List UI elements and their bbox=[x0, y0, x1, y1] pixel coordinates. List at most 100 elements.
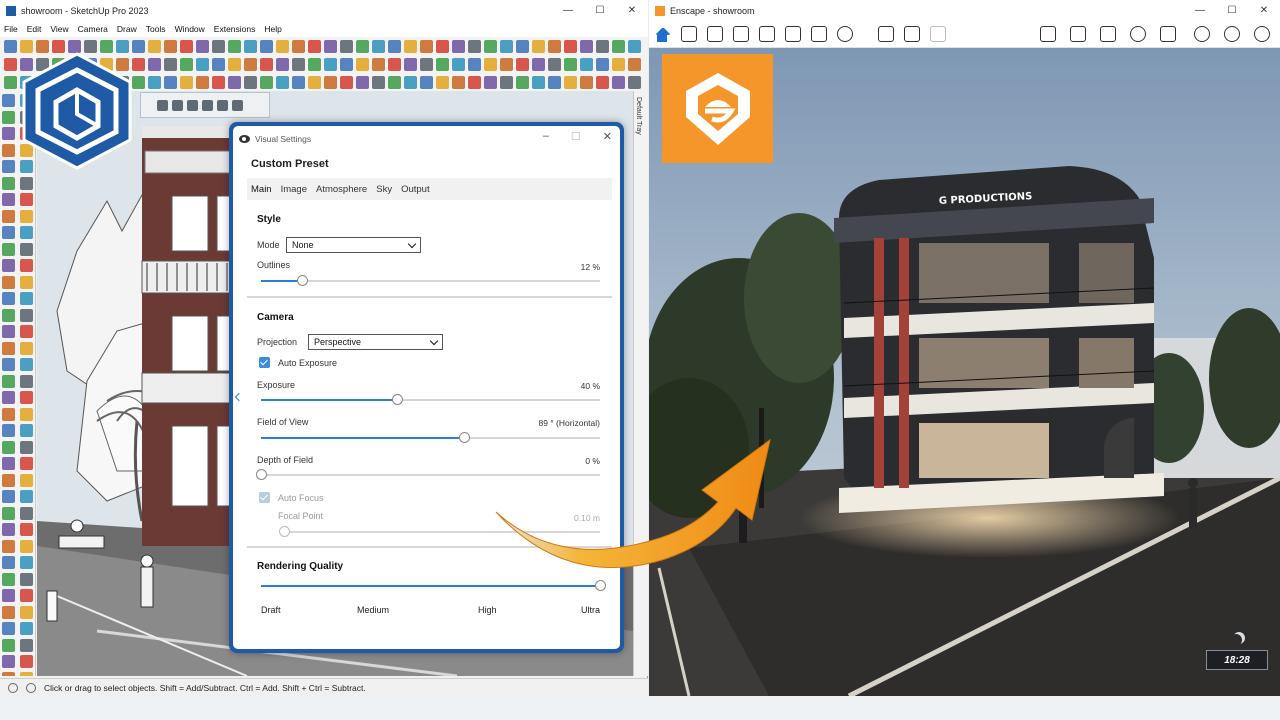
info-icon[interactable] bbox=[811, 26, 827, 42]
toolbar-tool-icon[interactable] bbox=[468, 75, 481, 89]
toolbar-tool-icon[interactable] bbox=[532, 75, 545, 89]
toolbar-tool-icon[interactable] bbox=[388, 39, 401, 53]
toolbar-tool-icon[interactable] bbox=[356, 57, 369, 71]
palette-tool-icon[interactable] bbox=[2, 94, 15, 107]
palette-tool-icon[interactable] bbox=[20, 391, 33, 404]
tab-sky[interactable]: Sky bbox=[376, 184, 392, 195]
toolbar-tool-icon[interactable] bbox=[324, 75, 337, 89]
palette-tool-icon[interactable] bbox=[20, 655, 33, 668]
toolbar-tool-icon[interactable] bbox=[580, 57, 593, 71]
focal-point-slider-thumb[interactable] bbox=[279, 526, 290, 537]
toolbar-tool-icon[interactable] bbox=[308, 57, 321, 71]
toolbar-tool-icon[interactable] bbox=[228, 75, 241, 89]
palette-tool-icon[interactable] bbox=[20, 275, 33, 289]
toolbar-tool-icon[interactable] bbox=[372, 75, 385, 89]
palette-tool-icon[interactable] bbox=[20, 407, 33, 421]
palette-tool-icon[interactable] bbox=[2, 110, 15, 124]
projection-select[interactable]: Perspective bbox=[308, 334, 443, 350]
palette-tool-icon[interactable] bbox=[20, 556, 33, 569]
tray-tool-icon-6[interactable] bbox=[232, 99, 243, 111]
toolbar-tool-icon[interactable] bbox=[596, 75, 609, 89]
toolbar-tool-icon[interactable] bbox=[244, 39, 257, 53]
toolbar-tool-icon[interactable] bbox=[260, 39, 273, 53]
palette-tool-icon[interactable] bbox=[20, 605, 33, 619]
menu-draw[interactable]: Draw bbox=[117, 24, 137, 34]
toolbar-tool-icon[interactable] bbox=[180, 75, 193, 89]
palette-tool-icon[interactable] bbox=[2, 242, 15, 256]
tray-tool-icon-3[interactable] bbox=[187, 99, 198, 111]
toolbar-tool-icon[interactable] bbox=[164, 39, 177, 53]
palette-tool-icon[interactable] bbox=[2, 308, 15, 322]
toolbar-tool-icon[interactable] bbox=[244, 75, 257, 89]
ruler-icon[interactable] bbox=[1040, 26, 1056, 42]
toolbar-tool-icon[interactable] bbox=[356, 75, 369, 89]
exposure-slider[interactable] bbox=[261, 394, 600, 405]
rendering-quality-slider-thumb[interactable] bbox=[595, 580, 606, 591]
toolbar-tool-icon[interactable] bbox=[276, 57, 289, 71]
quality-draft-label[interactable]: Draft bbox=[261, 605, 281, 615]
tab-atmosphere[interactable]: Atmosphere bbox=[316, 184, 367, 195]
toolbar-tool-icon[interactable] bbox=[340, 39, 353, 53]
exposure-slider-thumb[interactable] bbox=[391, 394, 403, 405]
palette-tool-icon[interactable] bbox=[2, 176, 15, 190]
palette-tool-icon[interactable] bbox=[2, 523, 15, 536]
toolbar-tool-icon[interactable] bbox=[628, 57, 641, 71]
palette-tool-icon[interactable] bbox=[20, 374, 33, 388]
bim-icon[interactable] bbox=[707, 26, 723, 42]
toolbar-tool-icon[interactable] bbox=[500, 57, 513, 71]
toolbar-tool-icon[interactable] bbox=[516, 39, 529, 53]
fov-slider-thumb[interactable] bbox=[459, 432, 471, 443]
toolbar-tool-icon[interactable] bbox=[452, 39, 465, 53]
palette-tool-icon[interactable] bbox=[2, 275, 15, 289]
toolbar-tool-icon[interactable] bbox=[276, 75, 289, 89]
palette-tool-icon[interactable] bbox=[2, 622, 15, 635]
outlines-slider-thumb[interactable] bbox=[296, 275, 308, 286]
toolbar-tool-icon[interactable] bbox=[212, 57, 225, 71]
minimize-button[interactable]: — bbox=[552, 0, 584, 21]
palette-tool-icon[interactable] bbox=[20, 589, 33, 602]
palette-tool-icon[interactable] bbox=[2, 391, 15, 404]
toolbar-tool-icon[interactable] bbox=[164, 75, 177, 89]
toolbar-tool-icon[interactable] bbox=[372, 57, 385, 71]
toolbar-tool-icon[interactable] bbox=[452, 57, 465, 71]
toolbar-tool-icon[interactable] bbox=[532, 39, 545, 53]
toolbar-tool-icon[interactable] bbox=[484, 75, 497, 89]
toolbar-tool-icon[interactable] bbox=[228, 57, 241, 71]
toolbar-tool-icon[interactable] bbox=[420, 75, 433, 89]
toolbar-tool-icon[interactable] bbox=[356, 39, 369, 53]
palette-tool-icon[interactable] bbox=[2, 473, 15, 487]
toolbar-tool-icon[interactable] bbox=[420, 39, 433, 53]
palette-tool-icon[interactable] bbox=[20, 671, 33, 676]
dof-slider-thumb[interactable] bbox=[256, 469, 267, 480]
menu-help[interactable]: Help bbox=[264, 24, 281, 34]
tray-tool-icon-1[interactable] bbox=[157, 99, 168, 111]
toolbar-tool-icon[interactable] bbox=[404, 39, 417, 53]
palette-tool-icon[interactable] bbox=[20, 242, 33, 256]
palette-tool-icon[interactable] bbox=[2, 572, 15, 586]
palette-tool-icon[interactable] bbox=[2, 127, 15, 140]
toolbar-tool-icon[interactable] bbox=[340, 57, 353, 71]
toolbar-tool-icon[interactable] bbox=[612, 39, 625, 53]
toolbar-tool-icon[interactable] bbox=[148, 75, 161, 89]
toolbar-tool-icon[interactable] bbox=[500, 75, 513, 89]
menu-tools[interactable]: Tools bbox=[146, 24, 166, 34]
palette-tool-icon[interactable] bbox=[2, 671, 15, 676]
toolbar-tool-icon[interactable] bbox=[564, 39, 577, 53]
palette-tool-icon[interactable] bbox=[2, 226, 15, 239]
menu-extensions[interactable]: Extensions bbox=[214, 24, 256, 34]
toolbar-tool-icon[interactable] bbox=[260, 75, 273, 89]
gear-icon[interactable] bbox=[1224, 26, 1240, 42]
toolbar-tool-icon[interactable] bbox=[324, 57, 337, 71]
toolbar-tool-icon[interactable] bbox=[468, 57, 481, 71]
toolbar-tool-icon[interactable] bbox=[452, 75, 465, 89]
cube-icon[interactable] bbox=[1100, 26, 1116, 42]
tray-tool-icon-2[interactable] bbox=[172, 99, 183, 111]
toolbar-tool-icon[interactable] bbox=[484, 39, 497, 53]
toolbar-tool-icon[interactable] bbox=[596, 39, 609, 53]
palette-tool-icon[interactable] bbox=[2, 374, 15, 388]
toolbar-tool-icon[interactable] bbox=[164, 57, 177, 71]
toolbar-tool-icon[interactable] bbox=[420, 57, 433, 71]
toolbar-tool-icon[interactable] bbox=[548, 75, 561, 89]
preset-name[interactable]: Custom Preset bbox=[251, 158, 329, 170]
close-button[interactable]: ✕ bbox=[616, 0, 648, 21]
